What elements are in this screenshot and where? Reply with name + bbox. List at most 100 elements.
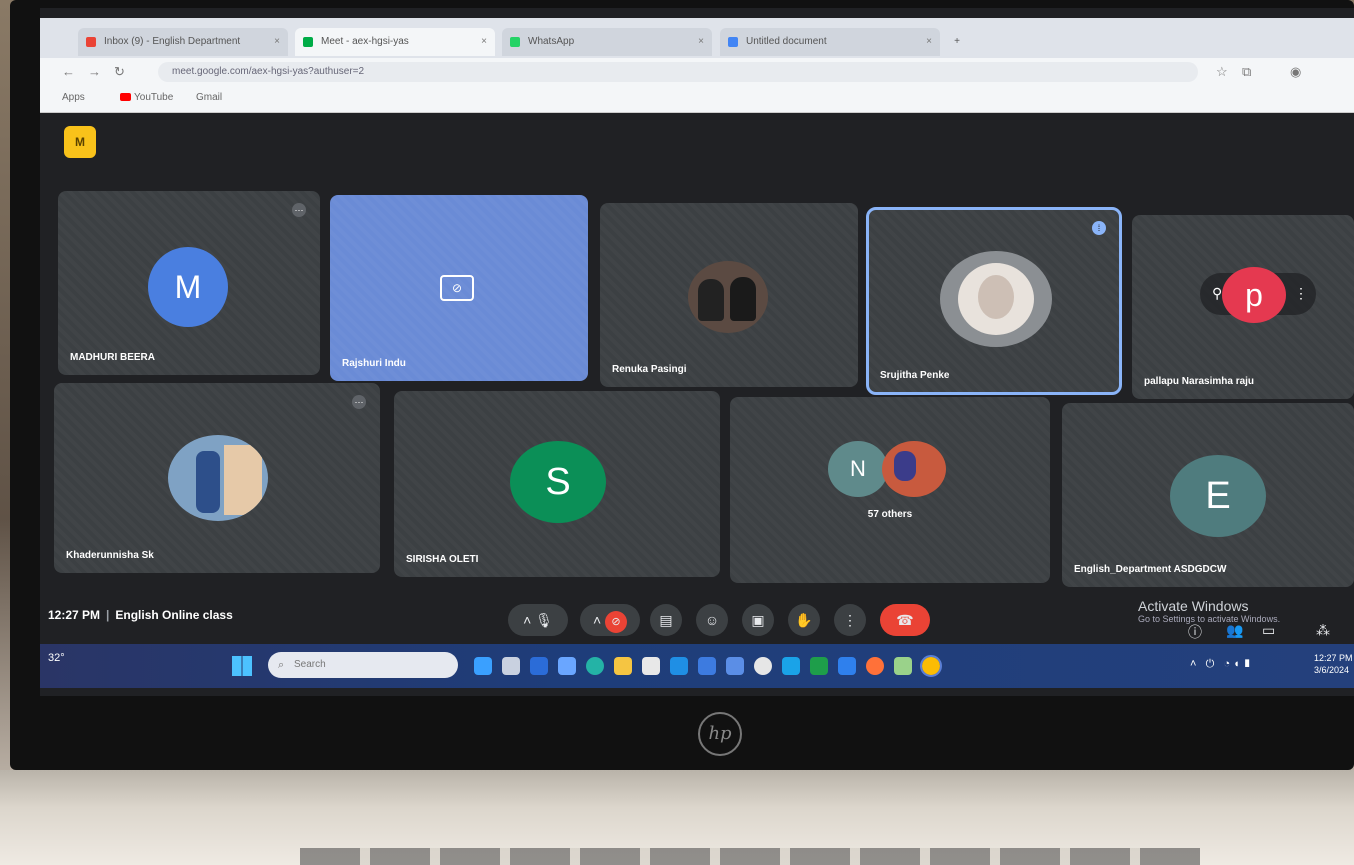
outlook-icon[interactable] xyxy=(838,657,856,675)
weather-widget[interactable]: 32° xyxy=(48,652,65,664)
excel-icon[interactable] xyxy=(810,657,828,675)
more-options-button[interactable]: ⋮ xyxy=(834,604,866,636)
tab-title: Meet - aex-hgsi-yas xyxy=(321,36,409,47)
copilot-icon[interactable] xyxy=(474,657,492,675)
captions-button[interactable]: ▤ xyxy=(650,604,682,636)
more-options-icon[interactable]: ⋯ xyxy=(292,203,306,217)
participant-tile-others[interactable]: N 57 others xyxy=(730,397,1050,583)
close-icon[interactable]: × xyxy=(926,28,932,56)
more-vert-icon[interactable]: ⋮ xyxy=(1294,285,1308,302)
participant-name: Renuka Pasingi xyxy=(612,364,687,375)
gmail-icon xyxy=(86,37,96,47)
participant-name: MADHURI BEERA xyxy=(70,352,155,363)
meeting-name: English Online class xyxy=(115,608,233,622)
chrome-icon[interactable] xyxy=(754,657,772,675)
edge-icon[interactable] xyxy=(586,657,604,675)
participant-tile[interactable]: ⊘ Rajshuri Indu xyxy=(330,195,588,381)
activities-icon[interactable]: ⁂ xyxy=(1316,622,1330,639)
task-view-icon[interactable] xyxy=(502,657,520,675)
system-tray[interactable]: ˄ ⏻ ◔ ◖ ▮ xyxy=(1190,658,1251,671)
present-button[interactable]: ▣ xyxy=(742,604,774,636)
url-field[interactable]: meet.google.com/aex-hgsi-yas?authuser=2 xyxy=(158,62,1198,82)
new-tab-button[interactable]: + xyxy=(946,28,968,56)
mail-icon[interactable] xyxy=(670,657,688,675)
browser-tab-gmail[interactable]: Inbox (9) - English Department × xyxy=(78,28,288,56)
calendar-icon[interactable] xyxy=(726,657,744,675)
taskbar-clock[interactable]: 12:27 PM 3/6/2024 xyxy=(1314,652,1353,676)
chevron-up-icon[interactable]: ˄ xyxy=(523,612,531,628)
extensions-icon[interactable]: ⧉ xyxy=(1242,64,1251,80)
participant-tile[interactable]: ⚲ p ⋮ pallapu Narasimha raju xyxy=(1132,215,1354,399)
file-explorer-icon[interactable] xyxy=(614,657,632,675)
photos-icon[interactable] xyxy=(782,657,800,675)
bookmark-youtube[interactable]: YouTube xyxy=(120,92,173,103)
close-icon[interactable]: × xyxy=(698,28,704,56)
app-icon[interactable] xyxy=(894,657,912,675)
browser-tab-whatsapp[interactable]: WhatsApp × xyxy=(502,28,712,56)
participant-name: pallapu Narasimha raju xyxy=(1144,376,1255,387)
bookmark-label: YouTube xyxy=(134,92,174,103)
captions-icon: ▤ xyxy=(659,612,673,628)
firefox-icon[interactable] xyxy=(866,657,884,675)
taskbar-search[interactable]: ⌕ Search xyxy=(268,652,458,678)
hand-icon: ✋ xyxy=(795,612,813,628)
keyboard-keys xyxy=(300,848,1200,865)
microphone-button[interactable]: ˄ 🎙 xyxy=(508,604,568,636)
info-icon[interactable]: ⓘ xyxy=(1188,622,1202,642)
word-icon[interactable] xyxy=(530,657,548,675)
docs-icon xyxy=(728,37,738,47)
participant-avatar: N xyxy=(828,441,888,497)
reactions-button[interactable]: ☺ xyxy=(696,604,728,636)
participant-tile[interactable]: Renuka Pasingi xyxy=(600,203,858,387)
participant-photo xyxy=(688,261,768,333)
back-arrow-icon[interactable]: ← xyxy=(62,64,75,79)
participant-name: Khaderunnisha Sk xyxy=(66,550,154,561)
reload-icon[interactable]: ↻ xyxy=(114,64,125,80)
bookmark-gmail[interactable]: Gmail xyxy=(196,92,222,103)
raise-hand-button[interactable]: ✋ xyxy=(788,604,820,636)
present-screen-icon: ▣ xyxy=(751,612,765,628)
camera-off-icon: ⊘ xyxy=(605,611,628,633)
leave-call-button[interactable]: ☎ xyxy=(880,604,930,636)
close-icon[interactable]: × xyxy=(481,28,487,56)
meet-logo-icon[interactable]: M xyxy=(64,126,96,158)
browser-tab-docs[interactable]: Untitled document × xyxy=(720,28,940,56)
hang-up-icon: ☎ xyxy=(896,612,914,628)
chat-icon[interactable]: ▭ xyxy=(1262,622,1275,639)
forward-arrow-icon[interactable]: → xyxy=(88,64,101,79)
participant-tile[interactable]: E English_Department ASDGDCW xyxy=(1062,403,1354,587)
meet-icon xyxy=(303,37,313,47)
teams-icon[interactable] xyxy=(558,657,576,675)
clock-date: 3/6/2024 xyxy=(1314,665,1350,675)
pin-icon[interactable]: ⚲ xyxy=(1212,285,1222,302)
participant-tile[interactable]: ⋯ Khaderunnisha Sk xyxy=(54,383,380,573)
windows-start-icon[interactable] xyxy=(232,656,252,676)
activate-subtitle: Go to Settings to activate Windows. xyxy=(1138,614,1281,624)
star-icon[interactable]: ☆ xyxy=(1216,64,1228,80)
participant-name: English_Department ASDGDCW xyxy=(1074,564,1227,575)
people-icon[interactable]: 👥 xyxy=(1226,622,1243,639)
participant-tile[interactable]: S SIRISHA OLETI xyxy=(394,391,720,577)
youtube-icon xyxy=(120,93,131,101)
chevron-up-icon[interactable]: ˄ xyxy=(593,612,601,628)
chrome-active-icon[interactable] xyxy=(920,655,942,677)
participant-tile[interactable]: ⋯ M MADHURI BEERA xyxy=(58,191,320,375)
profile-icon[interactable]: ◉ xyxy=(1290,64,1301,80)
bookmark-apps[interactable]: Apps xyxy=(62,92,85,103)
meet-stage: M ⋯ M MADHURI BEERA ⊘ Rajshuri Indu Renu… xyxy=(40,113,1354,643)
participant-name: Rajshuri Indu xyxy=(342,358,406,369)
close-icon[interactable]: × xyxy=(274,28,280,56)
laptop-screen: Inbox (9) - English Department × Meet - … xyxy=(40,8,1354,696)
camera-button[interactable]: ˄ ⊘ xyxy=(580,604,640,636)
more-options-icon[interactable]: ⋯ xyxy=(352,395,366,409)
emoji-icon: ☺ xyxy=(704,612,720,628)
search-placeholder: Search xyxy=(294,659,326,670)
camera-off-icon: ⊘ xyxy=(440,275,474,301)
browser-tab-meet[interactable]: Meet - aex-hgsi-yas × xyxy=(295,28,495,56)
participant-tile-speaking[interactable]: ⁞ Srujitha Penke xyxy=(866,207,1122,395)
store-icon[interactable] xyxy=(698,657,716,675)
tab-title: WhatsApp xyxy=(528,36,575,47)
participant-avatar: M xyxy=(148,247,228,327)
meeting-time: 12:27 PM xyxy=(48,608,101,622)
notepad-icon[interactable] xyxy=(642,657,660,675)
